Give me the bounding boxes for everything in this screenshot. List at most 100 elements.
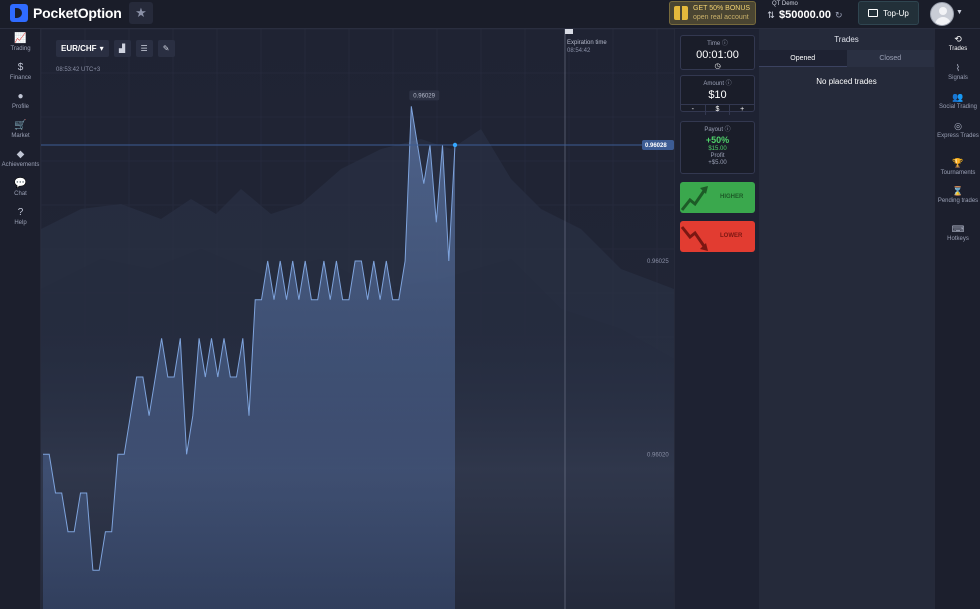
topup-button[interactable]: Top-Up xyxy=(858,1,919,25)
sidebar-item-label: Profile xyxy=(11,104,29,110)
payout-amount: $15.00 xyxy=(708,146,727,152)
star-icon: ★ xyxy=(135,5,147,20)
topup-label: Top-Up xyxy=(883,8,909,18)
signal-icon: ⌇ xyxy=(955,63,961,73)
indicators-button[interactable]: ☰ xyxy=(135,40,153,57)
cart-icon: 🛒 xyxy=(14,120,27,131)
sidebar-item-tournaments[interactable]: 🏆 Tournaments xyxy=(935,158,980,177)
info-icon: ⓘ xyxy=(721,41,728,47)
time-selector[interactable]: Time ⓘ 00:01:00 ◷ xyxy=(680,35,755,70)
trades-title: Trades xyxy=(834,35,859,44)
lower-button[interactable]: LOWER xyxy=(680,221,755,252)
flag-icon xyxy=(565,29,573,34)
sidebar-item-signals[interactable]: ⌇ Signals xyxy=(935,63,980,82)
bonus-title: GET 50% BONUS xyxy=(693,5,751,12)
account-balance: $50000.00 xyxy=(779,9,831,21)
time-title: Time ⓘ xyxy=(707,41,728,47)
hourglass-icon: ⌛ xyxy=(952,186,964,196)
switch-arrows-icon: ⇅ xyxy=(767,10,775,20)
bonus-subtitle: open real account xyxy=(693,14,749,21)
drawing-tools-button[interactable]: ✎ xyxy=(157,40,175,57)
favorites-button[interactable]: ★ xyxy=(129,2,153,24)
sidebar-item-label: Chat xyxy=(14,191,27,197)
trades-tabs: Opened Closed xyxy=(759,50,934,67)
higher-button[interactable]: HIGHER xyxy=(680,182,755,213)
dollar-icon: $ xyxy=(17,62,24,73)
trade-panel: Time ⓘ 00:01:00 ◷ Amount ⓘ $10 - $ + Pay… xyxy=(674,29,759,609)
chart-line-icon: 📈 xyxy=(14,33,27,44)
server-clock: 08:53:42 UTC+3 xyxy=(56,67,101,73)
bonus-text: GET 50% BONUS open real account xyxy=(693,4,750,22)
chart-canvas[interactable]: 0.96028 0.96029 0.96025 0.96020 xyxy=(41,29,674,609)
time-value[interactable]: 00:01:00 xyxy=(681,49,754,61)
sidebar-item-chat[interactable]: 💬 Chat xyxy=(0,178,41,197)
amount-selector: Amount ⓘ $10 - $ + xyxy=(680,75,755,115)
payout-title: Payout ⓘ xyxy=(704,127,731,133)
arrow-down-icon xyxy=(680,226,708,251)
history-icon: ⟲ xyxy=(954,34,962,44)
sidebar-item-label: Pending trades xyxy=(937,198,979,204)
amount-decrease-button[interactable]: - xyxy=(681,105,706,115)
sidebar-item-express-trades[interactable]: ◎ Express Trades xyxy=(935,121,980,140)
higher-label: HIGHER xyxy=(720,194,744,200)
sliders-icon: ☰ xyxy=(140,44,148,53)
sidebar-item-pending-trades[interactable]: ⌛ Pending trades xyxy=(935,186,980,205)
profit-label: Profit xyxy=(710,153,725,159)
current-price-badge: 0.96028 xyxy=(642,140,674,150)
tab-opened[interactable]: Opened xyxy=(759,50,847,67)
gift-icon xyxy=(674,6,688,20)
sidebar-item-label: Signals xyxy=(948,75,968,81)
current-price-label: 0.96028 xyxy=(645,143,667,149)
sidebar-item-profile[interactable]: ● Profile xyxy=(0,91,41,110)
chevron-down-icon: ▾ xyxy=(99,44,104,53)
sidebar-item-trades[interactable]: ⟲ Trades xyxy=(935,34,980,53)
avatar[interactable] xyxy=(930,2,954,26)
bonus-button[interactable]: GET 50% BONUS open real account xyxy=(669,1,756,25)
sidebar-item-label: Trading xyxy=(10,46,31,52)
account-switcher[interactable]: QT Demo ⇅ $50000.00 ↻ xyxy=(767,0,843,28)
price-chart[interactable]: 0.96028 0.96029 0.96025 0.96020 EUR/CHF ▾… xyxy=(41,29,674,609)
expiration-time: 08:54:42 xyxy=(567,48,591,54)
user-icon: ● xyxy=(17,91,24,102)
payout-percent: +50% xyxy=(705,135,730,145)
sidebar-item-label: Tournaments xyxy=(940,170,976,176)
brand-logo[interactable]: PocketOption xyxy=(10,4,122,22)
left-sidebar: 📈 Trading $ Finance ● Profile 🛒 Market ◆… xyxy=(0,29,41,609)
account-balance-row: ⇅ $50000.00 ↻ xyxy=(767,9,843,21)
info-icon: ⓘ xyxy=(724,127,731,133)
tab-closed[interactable]: Closed xyxy=(846,50,934,67)
pocket-option-logo-icon xyxy=(10,4,28,22)
sidebar-item-hotkeys[interactable]: ⌨ Hotkeys xyxy=(935,224,980,243)
empty-state: No placed trades xyxy=(816,77,877,86)
price-tick-label: 0.96025 xyxy=(647,259,669,265)
refresh-icon[interactable]: ↻ xyxy=(835,10,843,21)
bar-chart-icon: ▟ xyxy=(119,44,126,53)
amount-increase-button[interactable]: + xyxy=(730,105,754,115)
clock-icon: ◷ xyxy=(714,63,721,70)
amount-title: Amount ⓘ xyxy=(703,81,732,87)
sidebar-item-label: Market xyxy=(11,133,30,139)
trophy-icon: 🏆 xyxy=(952,158,964,168)
chart-toolbar: EUR/CHF ▾ ▟ ☰ ✎ xyxy=(56,40,175,57)
amount-controls: - $ + xyxy=(681,104,754,115)
right-sidebar: ⟲ Trades ⌇ Signals 👥 Social Trading ◎ Ex… xyxy=(934,29,980,609)
sidebar-item-label: Achievements xyxy=(1,162,40,168)
asset-selector[interactable]: EUR/CHF ▾ xyxy=(56,40,109,57)
keyboard-icon: ⌨ xyxy=(951,224,965,234)
sidebar-item-label: Finance xyxy=(9,75,32,81)
sidebar-item-help[interactable]: ? Help xyxy=(0,207,41,226)
arrow-up-icon xyxy=(680,186,708,211)
profit-value: +$5.00 xyxy=(708,160,727,166)
sidebar-item-trading[interactable]: 📈 Trading xyxy=(0,33,41,52)
sidebar-item-market[interactable]: 🛒 Market xyxy=(0,120,41,139)
peak-price-badge: 0.96029 xyxy=(409,90,440,101)
express-icon: ◎ xyxy=(954,121,962,131)
chevron-down-icon[interactable]: ▼ xyxy=(956,9,963,16)
sidebar-item-finance[interactable]: $ Finance xyxy=(0,62,41,81)
currency-toggle-button[interactable]: $ xyxy=(706,105,731,115)
sidebar-item-social-trading[interactable]: 👥 Social Trading xyxy=(935,92,980,111)
sidebar-item-achievements[interactable]: ◆ Achievements xyxy=(0,149,41,168)
chart-type-button[interactable]: ▟ xyxy=(113,40,131,57)
sidebar-item-label: Hotkeys xyxy=(947,236,969,242)
amount-value[interactable]: $10 xyxy=(681,89,754,101)
